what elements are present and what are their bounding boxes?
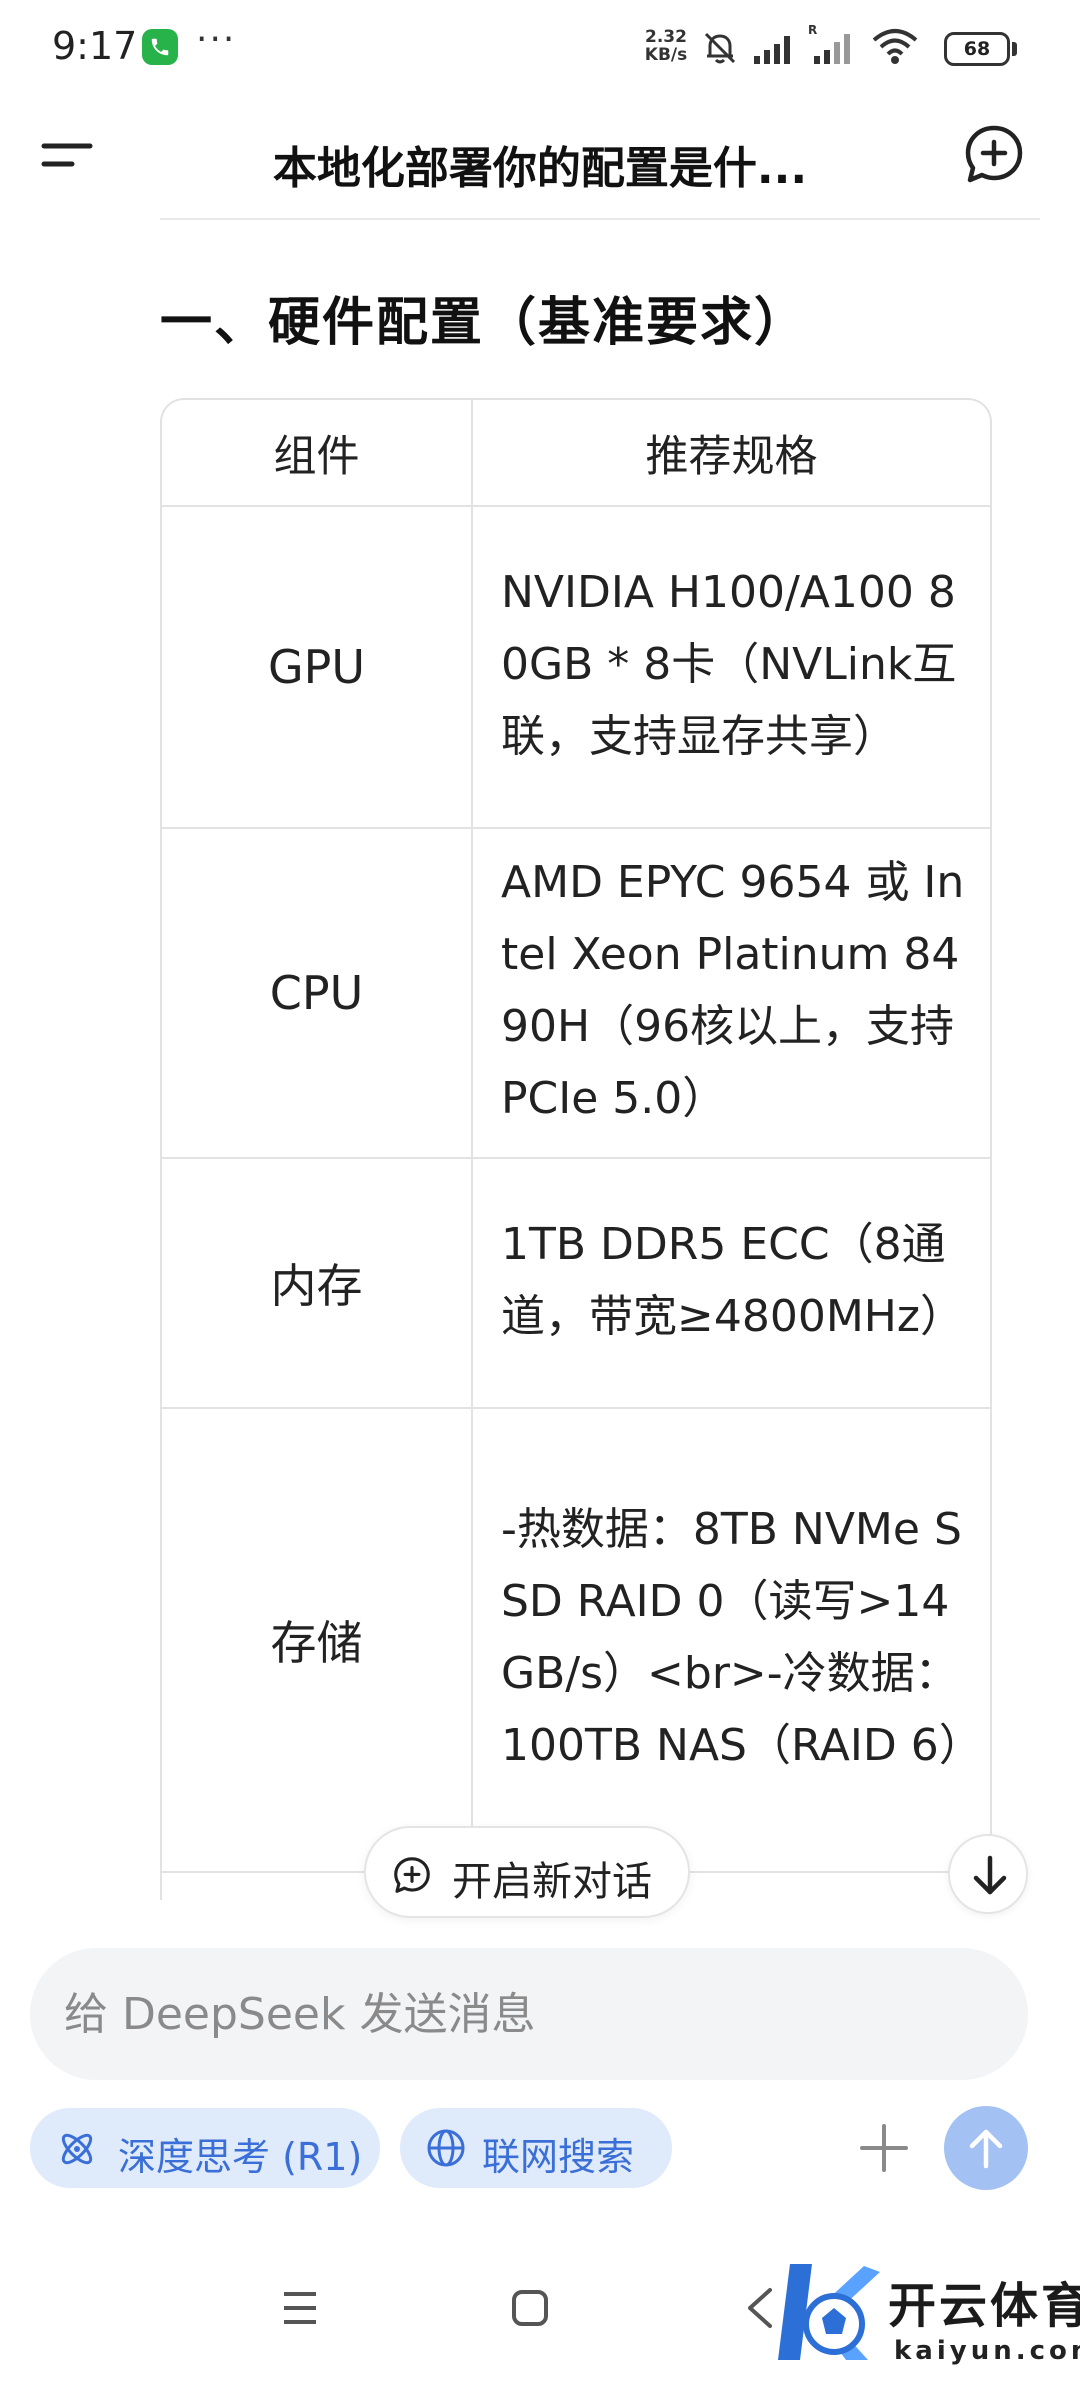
new-chat-label: 开启新对话 xyxy=(452,1859,652,1905)
new-chat-pill-icon xyxy=(394,1857,430,1893)
svg-text:R: R xyxy=(808,23,817,37)
web-search-toggle[interactable]: 联网搜索 xyxy=(400,2108,672,2188)
table-row: GPU NVIDIA H100/A100 80GB * 8卡（NVLink互联，… xyxy=(162,506,990,829)
new-chat-icon[interactable] xyxy=(962,122,1026,186)
nav-home-icon[interactable] xyxy=(500,2278,560,2338)
watermark-brand: 开云体育 xyxy=(888,2278,1080,2334)
table-row: CPU AMD EPYC 9654 或 Intel Xeon Platinum … xyxy=(162,828,990,1159)
plus-icon[interactable] xyxy=(856,2120,912,2176)
menu-icon[interactable] xyxy=(40,132,96,180)
phone-call-icon xyxy=(142,29,178,65)
divider xyxy=(160,218,1040,220)
table-cell-component: CPU xyxy=(162,828,473,1159)
signal-icon xyxy=(752,30,798,70)
scroll-down-button[interactable] xyxy=(948,1834,1028,1914)
message-input[interactable] xyxy=(64,1984,964,2044)
battery-icon: 68 xyxy=(944,32,1010,66)
network-speed-unit: KB/s xyxy=(644,45,688,65)
table-cell-spec: NVIDIA H100/A100 80GB * 8卡（NVLink互联，支持显存… xyxy=(472,506,990,829)
atom-icon xyxy=(61,2133,93,2165)
hardware-table: 组件 推荐规格 GPU NVIDIA H100/A100 80GB * 8卡（N… xyxy=(160,398,992,1900)
app-screen: 9:17 ··· 2.32 KB/s R 68 本地化部署你的配置是什... 一… xyxy=(0,0,1080,2400)
status-more: ··· xyxy=(196,19,237,60)
deepthink-label: 深度思考 (R1) xyxy=(118,2135,363,2179)
table-cell-spec: -热数据：8TB NVMe SSD RAID 0（读写>14GB/s）<br>-… xyxy=(472,1408,990,1873)
table-cell-spec: AMD EPYC 9654 或 Intel Xeon Platinum 8490… xyxy=(472,828,990,1159)
table-cell-component: 存储 xyxy=(162,1408,473,1873)
table-row: 存储 -热数据：8TB NVMe SSD RAID 0（读写>14GB/s）<b… xyxy=(162,1408,990,1873)
mute-bell-icon xyxy=(700,28,740,72)
web-search-label: 联网搜索 xyxy=(482,2135,635,2179)
globe-icon xyxy=(427,2129,465,2167)
chat-title[interactable]: 本地化部署你的配置是什... xyxy=(170,132,910,196)
kaiyun-logo-icon xyxy=(778,2264,880,2360)
new-chat-button[interactable]: 开启新对话 xyxy=(364,1826,690,1918)
section-heading: 一、硬件配置（基准要求） xyxy=(160,293,809,353)
status-time: 9:17 xyxy=(52,24,138,68)
system-nav-bar: 开云体育 kaiyun.com xyxy=(0,2220,1080,2400)
watermark: 开云体育 kaiyun.com xyxy=(748,2244,1080,2384)
app-header: 本地化部署你的配置是什... xyxy=(0,96,1080,216)
battery-percent: 68 xyxy=(963,38,991,60)
send-button[interactable] xyxy=(944,2106,1028,2190)
status-bar: 9:17 ··· 2.32 KB/s R 68 xyxy=(0,0,1080,96)
table-cell-component: GPU xyxy=(162,506,473,829)
watermark-domain: kaiyun.com xyxy=(894,2336,1080,2366)
network-speed-value: 2.32 xyxy=(645,27,687,47)
battery-cap xyxy=(1012,42,1017,56)
table-row: 内存 1TB DDR5 ECC（8通道，带宽≥4800MHz） xyxy=(162,1158,990,1409)
table-header-row: 组件 推荐规格 xyxy=(162,400,990,507)
wifi-icon xyxy=(870,26,920,70)
signal-roaming-icon: R xyxy=(808,22,856,70)
table-header-spec: 推荐规格 xyxy=(472,400,990,507)
nav-recents-icon[interactable] xyxy=(270,2278,330,2338)
table-header-component: 组件 xyxy=(162,400,473,507)
table-cell-component: 内存 xyxy=(162,1158,473,1409)
arrow-down-icon xyxy=(973,1855,1007,1895)
network-speed: 2.32 KB/s xyxy=(640,28,692,64)
message-composer xyxy=(30,1948,1028,2080)
deepthink-toggle[interactable]: 深度思考 (R1) xyxy=(30,2108,380,2188)
arrow-up-icon xyxy=(969,2129,1003,2169)
table-cell-spec: 1TB DDR5 ECC（8通道，带宽≥4800MHz） xyxy=(472,1158,990,1409)
